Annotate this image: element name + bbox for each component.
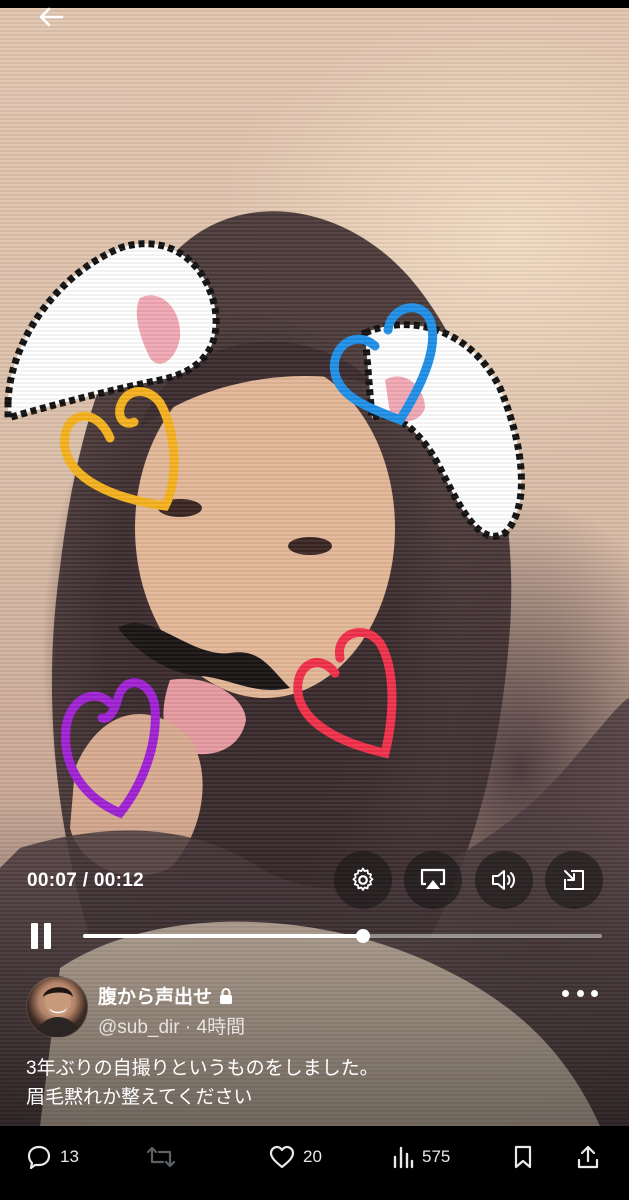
more-dot-icon	[576, 989, 584, 997]
volume-icon	[492, 870, 515, 890]
post-time[interactable]: 4時間	[197, 1017, 246, 1038]
action-bar: 13 20 575	[0, 1126, 629, 1200]
author-display-name[interactable]: 腹から声出せ	[98, 982, 234, 1009]
player-overlay: 00:07 / 00:12 腹から声出せ @sub_dir · 4時間 3年ぶり…	[0, 8, 629, 1126]
exit-fullscreen-icon	[564, 870, 584, 890]
share-upload-icon	[577, 1145, 599, 1169]
time-separator: /	[82, 870, 89, 891]
airplay-icon	[420, 868, 446, 889]
lock-icon	[220, 987, 233, 1004]
views-button[interactable]: 575	[392, 1142, 450, 1172]
progress-fill	[83, 934, 364, 938]
more-dot-icon	[562, 989, 569, 997]
settings-button[interactable]	[334, 851, 392, 909]
video-time: 00:07 / 00:12	[27, 870, 144, 892]
progress-track[interactable]	[83, 929, 602, 943]
reply-count: 13	[60, 1147, 79, 1166]
repost-button[interactable]	[147, 1142, 183, 1172]
avatar-image	[35, 987, 81, 1037]
bookmark-icon	[514, 1145, 532, 1169]
pause-icon-bar-left	[31, 923, 38, 949]
author-meta: @sub_dir · 4時間	[98, 1012, 245, 1039]
post-text-line-2: 眉毛黙れか整えてください	[26, 1087, 253, 1108]
like-button[interactable]: 20	[269, 1142, 322, 1172]
heart-icon	[269, 1145, 295, 1169]
reply-bubble-icon	[27, 1145, 51, 1170]
airplay-button[interactable]	[404, 851, 462, 909]
views-count: 575	[422, 1147, 451, 1166]
post-text: 3年ぶりの自撮りというものをしました。 眉毛黙れか整えてください	[26, 1054, 379, 1112]
pause-button[interactable]	[26, 921, 56, 951]
like-count: 20	[303, 1147, 322, 1166]
views-chart-icon	[393, 1146, 414, 1169]
reply-button[interactable]: 13	[26, 1142, 79, 1172]
exit-fullscreen-button[interactable]	[545, 851, 603, 909]
author-handle[interactable]: @sub_dir	[98, 1017, 180, 1038]
share-button[interactable]	[576, 1142, 600, 1172]
pause-icon-bar-right	[44, 923, 51, 949]
settings-gear-icon	[352, 867, 374, 891]
progress-thumb[interactable]	[356, 929, 371, 943]
more-options-button[interactable]	[562, 983, 598, 1003]
total-duration: 00:12	[93, 870, 144, 891]
post-text-line-1: 3年ぶりの自撮りというものをしました。	[26, 1058, 379, 1079]
repost-icon	[147, 1146, 175, 1168]
bookmark-button[interactable]	[512, 1142, 534, 1172]
more-dot-icon	[591, 989, 598, 997]
current-time: 00:07	[27, 870, 78, 891]
volume-button[interactable]	[475, 851, 533, 909]
meta-dot: ·	[184, 1017, 192, 1038]
display-name-text: 腹から声出せ	[98, 987, 213, 1008]
avatar[interactable]	[26, 976, 88, 1038]
